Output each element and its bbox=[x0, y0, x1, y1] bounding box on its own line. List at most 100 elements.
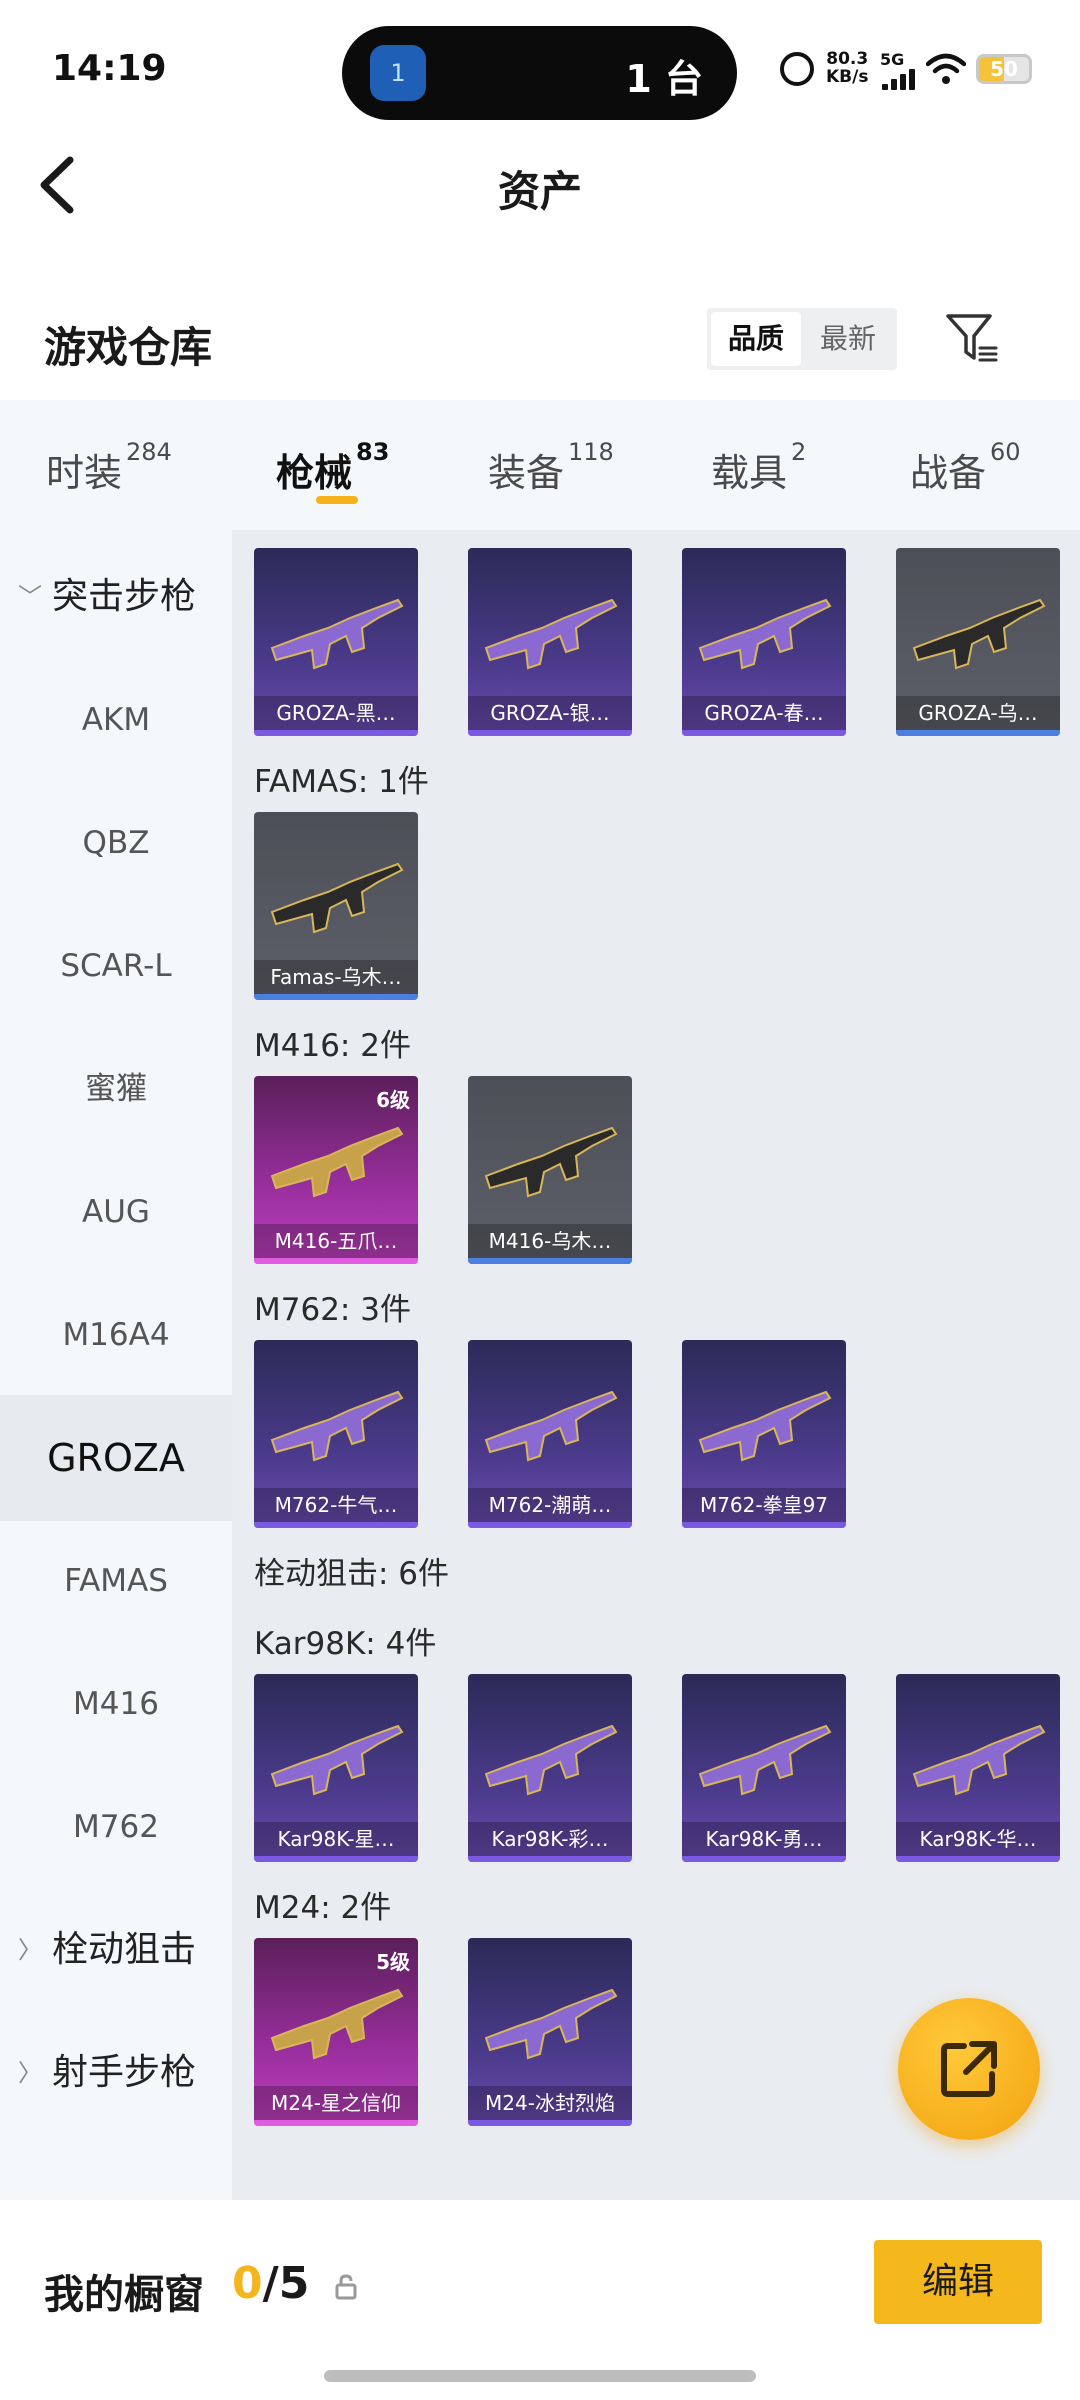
sidebar-item[interactable]: M16A4 bbox=[0, 1272, 232, 1398]
group-label: Kar98K: 4件 bbox=[254, 1626, 437, 1662]
net-speed-value: 80.3 bbox=[826, 49, 869, 69]
weapon-card[interactable]: Kar98K-华… bbox=[896, 1674, 1060, 1862]
group-label: 栓动狙击: 6件 bbox=[254, 1556, 450, 1592]
rarity-bar bbox=[254, 1522, 418, 1528]
chevron-down-icon: ﹀ bbox=[18, 583, 42, 611]
sidebar-item-label: M416 bbox=[73, 1686, 159, 1722]
tab-equipment[interactable]: 装备 118 bbox=[488, 438, 614, 497]
weapon-image bbox=[698, 1390, 832, 1462]
tab-supplies[interactable]: 战备 60 bbox=[910, 438, 1021, 497]
sidebar-item-label: 蜜獾 bbox=[85, 1071, 147, 1107]
sidebar-group[interactable]: 〉栓动狙击 bbox=[0, 1887, 232, 2013]
sidebar-item[interactable]: M762 bbox=[0, 1764, 232, 1890]
signal-icon bbox=[882, 68, 918, 90]
sidebar-item-label: AUG bbox=[82, 1194, 150, 1230]
weapon-image bbox=[484, 1126, 618, 1198]
sort-by-quality[interactable]: 品质 bbox=[711, 312, 801, 366]
share-button[interactable] bbox=[898, 1998, 1040, 2140]
category-tabs: 时装 284 枪械 83 装备 118 载具 2 战备 60 bbox=[0, 400, 1080, 530]
warehouse-title: 游戏仓库 bbox=[44, 323, 213, 372]
weapon-image bbox=[912, 1724, 1046, 1796]
sidebar-item[interactable]: 蜜獾 bbox=[0, 1026, 232, 1152]
sidebar-item[interactable]: M416 bbox=[0, 1641, 232, 1767]
sidebar-item[interactable]: AUG bbox=[0, 1149, 232, 1275]
weapon-card[interactable]: M762-拳皇97 bbox=[682, 1340, 846, 1528]
rarity-bar bbox=[254, 1856, 418, 1862]
sidebar-item-label: GROZA bbox=[47, 1436, 185, 1480]
tab-label: 战备 bbox=[910, 451, 987, 495]
tab-count: 118 bbox=[568, 438, 614, 466]
weapon-grid: GROZA-黑… GROZA-银… GROZA-春… GROZA-乌… FAMAS: 1… bbox=[232, 530, 1080, 2200]
weapon-card[interactable]: Kar98K-星… bbox=[254, 1674, 418, 1862]
alarm-icon bbox=[780, 52, 814, 86]
weapon-card[interactable]: Kar98K-彩… bbox=[468, 1674, 632, 1862]
sidebar-item[interactable]: GROZA bbox=[0, 1395, 232, 1521]
weapon-image bbox=[484, 1724, 618, 1796]
sidebar-item-label: M762 bbox=[73, 1809, 159, 1845]
tab-count: 284 bbox=[126, 438, 172, 466]
sort-toggle[interactable]: 品质 最新 bbox=[707, 308, 897, 370]
weapon-name: Kar98K-华… bbox=[896, 1822, 1060, 1856]
weapon-image bbox=[698, 1724, 832, 1796]
weapon-card[interactable]: Famas-乌木… bbox=[254, 812, 418, 1000]
sidebar-item[interactable]: AKM bbox=[0, 657, 232, 783]
tab-label: 装备 bbox=[488, 451, 565, 495]
weapon-card[interactable]: GROZA-乌… bbox=[896, 548, 1060, 736]
rarity-bar bbox=[254, 994, 418, 1000]
sidebar-item[interactable]: FAMAS bbox=[0, 1518, 232, 1644]
chevron-right-icon: 〉 bbox=[18, 2059, 42, 2087]
rarity-bar bbox=[468, 1258, 632, 1264]
weapon-card[interactable]: GROZA-银… bbox=[468, 548, 632, 736]
weapon-image bbox=[270, 1126, 404, 1198]
weapon-image bbox=[270, 1390, 404, 1462]
sidebar-item[interactable]: SCAR-L bbox=[0, 903, 232, 1029]
broadcast-icon: 1 bbox=[370, 45, 426, 101]
tab-count: 2 bbox=[791, 438, 807, 466]
weapon-card[interactable]: Kar98K-勇… bbox=[682, 1674, 846, 1862]
tab-vehicles[interactable]: 载具 2 bbox=[711, 438, 806, 497]
weapon-card[interactable]: GROZA-春… bbox=[682, 548, 846, 736]
group-label: M762: 3件 bbox=[254, 1292, 411, 1328]
weapon-name: M24-星之信仰 bbox=[254, 2086, 418, 2120]
weapon-name: M762-拳皇97 bbox=[682, 1488, 846, 1522]
weapon-card[interactable]: M762-潮萌… bbox=[468, 1340, 632, 1528]
weapon-image bbox=[270, 1988, 404, 2060]
weapon-card[interactable]: M24-冰封烈焰 bbox=[468, 1938, 632, 2126]
rarity-bar bbox=[468, 730, 632, 736]
home-indicator[interactable] bbox=[324, 2370, 756, 2382]
weapon-card[interactable]: 6级 M416-五爪… bbox=[254, 1076, 418, 1264]
weapon-image bbox=[912, 598, 1046, 670]
showcase-title: 我的橱窗 bbox=[44, 2272, 204, 2318]
sidebar-item-label: AKM bbox=[81, 702, 151, 738]
island-device-count: 1 台 bbox=[625, 57, 703, 101]
filter-icon[interactable] bbox=[944, 310, 1000, 366]
group-label: M416: 2件 bbox=[254, 1028, 411, 1064]
sort-by-newest[interactable]: 最新 bbox=[803, 312, 893, 366]
weapon-image bbox=[270, 1724, 404, 1796]
weapon-name: M24-冰封烈焰 bbox=[468, 2086, 632, 2120]
status-time: 14:19 bbox=[52, 48, 167, 89]
weapon-card[interactable]: 5级 M24-星之信仰 bbox=[254, 1938, 418, 2126]
weapon-level-badge: 5级 bbox=[376, 1950, 410, 1974]
sidebar-group[interactable]: 〉射手步枪 bbox=[0, 2010, 232, 2136]
weapon-name: GROZA-黑… bbox=[254, 696, 418, 730]
weapon-card[interactable]: M762-牛气… bbox=[254, 1340, 418, 1528]
edit-button[interactable]: 编辑 bbox=[874, 2240, 1042, 2324]
rarity-bar bbox=[896, 1856, 1060, 1862]
weapon-card[interactable]: M416-乌木… bbox=[468, 1076, 632, 1264]
sidebar-item[interactable]: QBZ bbox=[0, 780, 232, 906]
dynamic-island[interactable]: 1 1 台 bbox=[342, 26, 737, 120]
showcase-total: /5 bbox=[262, 2258, 310, 2309]
weapon-name: Kar98K-勇… bbox=[682, 1822, 846, 1856]
sidebar-item-label: 突击步枪 bbox=[52, 576, 197, 617]
sidebar-group[interactable]: ﹀ 突击步枪 bbox=[0, 534, 232, 660]
group-label: M24: 2件 bbox=[254, 1890, 392, 1926]
tab-weapons[interactable]: 枪械 83 bbox=[276, 438, 389, 497]
weapon-card[interactable]: GROZA-黑… bbox=[254, 548, 418, 736]
status-bar: 14:19 1 1 台 80.3 KB/s 5G 50 bbox=[0, 0, 1080, 140]
tab-fashion[interactable]: 时装 284 bbox=[46, 438, 172, 497]
rarity-bar bbox=[682, 730, 846, 736]
sidebar-item-label: M16A4 bbox=[62, 1317, 170, 1353]
battery-level: 50 bbox=[990, 57, 1018, 81]
sidebar-item-label: 射手步枪 bbox=[52, 2052, 197, 2093]
